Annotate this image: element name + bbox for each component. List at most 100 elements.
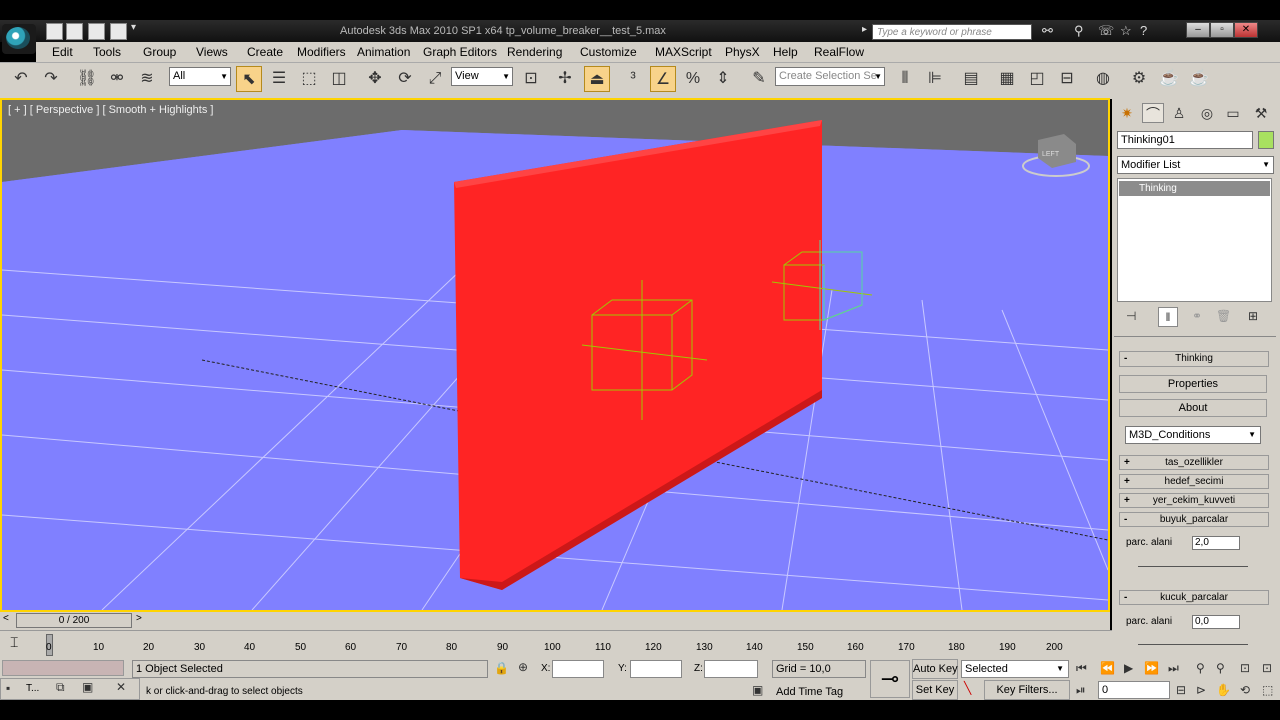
time-slider-track[interactable] (0, 612, 1110, 630)
restore-button[interactable]: ▫ (1210, 22, 1234, 38)
next-frame-icon[interactable]: > (136, 613, 142, 624)
open-mini-curve-editor-icon[interactable]: ⌶ (10, 634, 18, 651)
menu-group[interactable]: Group (143, 45, 176, 59)
go-to-end-icon[interactable]: ⏭ (1168, 661, 1179, 676)
select-by-name-icon[interactable]: ☰ (266, 66, 292, 92)
mirror-icon[interactable]: ⫴ (892, 66, 918, 92)
set-key-button[interactable]: Set Key (912, 680, 958, 700)
open-file-icon[interactable] (66, 23, 83, 40)
spinner-snap-icon[interactable]: ⇕ (710, 66, 736, 92)
selection-lock-icon[interactable]: 🔒 (494, 661, 509, 675)
menu-create[interactable]: Create (247, 45, 283, 59)
angle-snap-icon[interactable]: ∠ (650, 66, 676, 92)
buyuk-parc-alani-slider[interactable] (1138, 556, 1248, 567)
menu-modifiers[interactable]: Modifiers (297, 45, 346, 59)
maxscript-listener-mini[interactable] (2, 660, 124, 676)
communication-center-icon[interactable]: ☏ (1098, 23, 1114, 39)
minimize-button[interactable]: – (1186, 22, 1210, 38)
display-tab-icon[interactable]: ▭ (1222, 103, 1244, 123)
rollout-kucuk-parcalar[interactable]: - kucuk_parcalar (1119, 590, 1269, 605)
kucuk-parc-alani-slider[interactable] (1138, 634, 1248, 645)
play-icon[interactable]: ▶ (1124, 661, 1133, 675)
orbit-icon[interactable]: ⟲ (1240, 683, 1250, 697)
show-end-result-icon[interactable]: ‖ (1158, 307, 1178, 327)
modifier-stack[interactable] (1117, 178, 1272, 302)
pin-stack-icon[interactable]: ⊣ (1126, 309, 1136, 323)
menu-tools[interactable]: Tools (93, 45, 121, 59)
rollout-buyuk-parcalar[interactable]: - buyuk_parcalar (1119, 512, 1269, 527)
undo-icon[interactable]: ↶ (8, 66, 34, 92)
key-mode-selected-dropdown[interactable]: Selected ▼ (961, 660, 1069, 678)
selection-filter-dropdown[interactable]: All ▼ (169, 67, 231, 86)
graphite-tools-icon[interactable]: ▦ (994, 66, 1020, 92)
menu-physx[interactable]: PhysX (725, 45, 760, 59)
y-coordinate-field[interactable] (630, 660, 682, 678)
previous-frame-icon[interactable]: < (3, 613, 9, 624)
menu-maxscript[interactable]: MAXScript (655, 45, 712, 59)
close-button[interactable]: ✕ (1234, 22, 1258, 38)
zoom-icon[interactable]: ⚲ (1196, 661, 1205, 675)
new-file-icon[interactable] (46, 23, 63, 40)
conditions-dropdown[interactable]: M3D_Conditions ▼ (1125, 426, 1261, 444)
binoculars-icon[interactable]: ⚯ (1042, 23, 1053, 39)
stack-item-thinking[interactable]: Thinking (1119, 181, 1270, 196)
next-key-icon[interactable]: ⏩ (1144, 661, 1159, 675)
menu-help[interactable]: Help (773, 45, 798, 59)
redo-icon[interactable]: ↷ (38, 66, 64, 92)
pivot-center-icon[interactable]: ⊡ (518, 66, 544, 92)
restore-window-icon[interactable]: ⧉ (56, 680, 65, 695)
material-editor-icon[interactable]: ◍ (1090, 66, 1116, 92)
keyboard-shortcut-override-icon[interactable]: ⏏ (584, 66, 610, 92)
modify-tab-icon[interactable]: ⌒ (1142, 103, 1164, 123)
rollout-hedef-secimi[interactable]: + hedef_secimi (1119, 474, 1269, 489)
align-icon[interactable]: ⊫ (922, 66, 948, 92)
maximize-viewport-icon[interactable]: ⬚ (1262, 683, 1273, 697)
menu-animation[interactable]: Animation (357, 45, 410, 59)
rollout-tas-ozellikler[interactable]: + tas_ozellikler (1119, 455, 1269, 470)
render-production-icon[interactable]: ☕ (1186, 66, 1212, 92)
z-coordinate-field[interactable] (704, 660, 758, 678)
reference-coordinate-dropdown[interactable]: View ▼ (451, 67, 513, 86)
about-button[interactable]: About (1119, 399, 1267, 417)
menu-realflow[interactable]: RealFlow (814, 45, 864, 59)
schematic-view-icon[interactable]: ⊟ (1054, 66, 1080, 92)
select-manipulate-icon[interactable]: ✢ (552, 66, 578, 92)
zoom-extents-all-icon[interactable]: ⊡ (1262, 661, 1272, 675)
rectangular-selection-icon[interactable]: ⬚ (296, 66, 322, 92)
properties-button[interactable]: Properties (1119, 375, 1267, 393)
edit-named-selection-icon[interactable]: ✎ (746, 66, 772, 92)
layer-manager-icon[interactable]: ▤ (958, 66, 984, 92)
time-tag-icon[interactable]: ▣ (752, 683, 763, 697)
set-key-icon[interactable]: ╲ (964, 681, 971, 695)
bind-space-warp-icon[interactable]: ≋ (134, 66, 160, 92)
window-crossing-icon[interactable]: ◫ (326, 66, 352, 92)
menu-graph-editors[interactable]: Graph Editors (423, 45, 497, 59)
kucuk-parc-alani-spinner[interactable]: 0,0 (1192, 615, 1240, 629)
rollout-yer-cekim-kuvveti[interactable]: + yer_cekim_kuvveti (1119, 493, 1269, 508)
close-window-icon[interactable]: ✕ (116, 680, 126, 694)
pan-icon[interactable]: ✋ (1216, 683, 1231, 697)
object-name-field[interactable]: Thinking01 (1117, 131, 1253, 149)
zoom-extents-icon[interactable]: ⊡ (1240, 661, 1250, 675)
scale-icon[interactable]: ⤢ (422, 66, 448, 92)
move-icon[interactable]: ✥ (362, 66, 388, 92)
make-unique-icon[interactable]: ⚭ (1192, 309, 1202, 323)
menu-customize[interactable]: Customize (580, 45, 637, 59)
auto-key-button[interactable]: Auto Key (912, 659, 958, 679)
menu-edit[interactable]: Edit (52, 45, 73, 59)
project-folder-icon[interactable] (110, 23, 127, 40)
unlink-icon[interactable]: ⚮ (104, 66, 130, 92)
snaps-toggle-icon[interactable]: ³ (620, 66, 646, 92)
link-icon[interactable]: ⛓ (74, 66, 100, 92)
hierarchy-tab-icon[interactable]: ♙ (1168, 103, 1190, 123)
zoom-all-icon[interactable]: ⚲ (1216, 661, 1225, 675)
rendered-frame-window-icon[interactable]: ☕ (1156, 66, 1182, 92)
key-mode-icon[interactable]: ⊸ (870, 660, 910, 698)
quick-access-dropdown-icon[interactable]: ▾ (131, 22, 136, 33)
render-setup-icon[interactable]: ⚙ (1126, 66, 1152, 92)
maximize-window-icon[interactable]: ▣ (82, 680, 93, 694)
perspective-viewport[interactable]: LEFT (0, 98, 1110, 612)
motion-tab-icon[interactable]: ◎ (1196, 103, 1218, 123)
help-icon[interactable]: ? (1140, 23, 1147, 38)
utilities-tab-icon[interactable]: ⚒ (1250, 103, 1272, 123)
